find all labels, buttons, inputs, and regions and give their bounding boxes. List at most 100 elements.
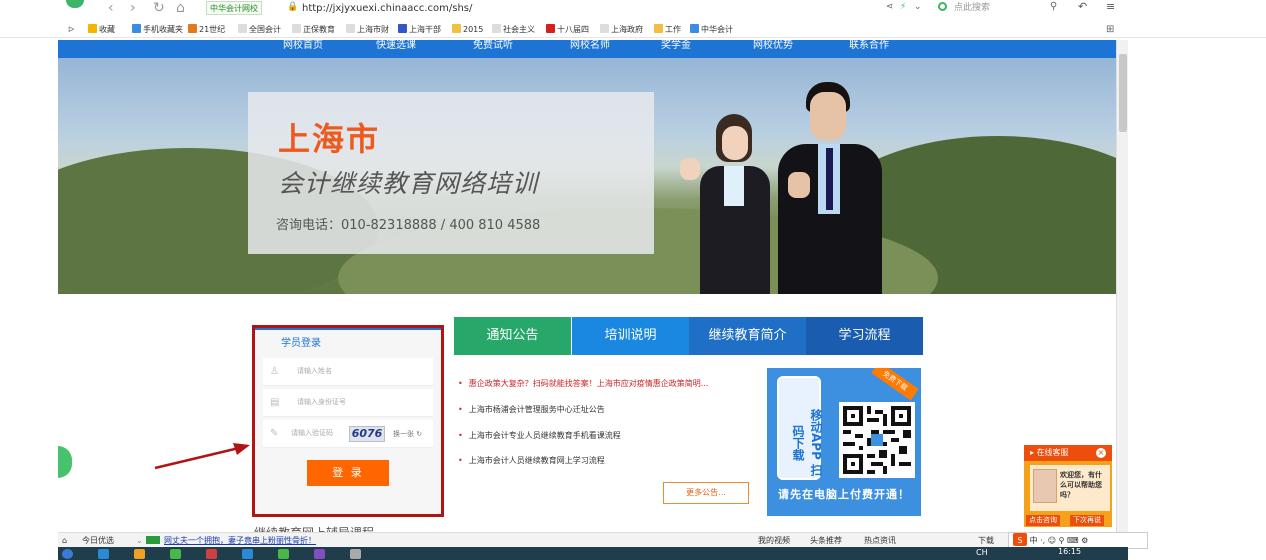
grid-icon[interactable]: ⊞ <box>1106 22 1114 38</box>
taskbar-app-icon[interactable] <box>98 549 109 559</box>
qr-code <box>839 402 915 478</box>
nav-item-scholarship[interactable]: 奖学金 <box>646 40 706 58</box>
captcha-image[interactable]: 6076 <box>349 426 385 442</box>
news-ticker-link[interactable]: 网丈夫一个拥抱，妻子竟串上粉丽性骨折！ <box>164 533 316 548</box>
vertical-scrollbar[interactable] <box>1116 40 1128 532</box>
menu-icon[interactable]: ≡ <box>1106 0 1115 13</box>
page-icon <box>292 24 301 33</box>
close-icon[interactable]: × <box>1096 448 1106 458</box>
service-message: 欢迎您，有什么可以帮助您吗？ <box>1060 471 1102 499</box>
banner-card: 上海市 会计继续教育网络培训 咨询电话：010-82318888 / 400 8… <box>248 92 654 254</box>
expand-icon[interactable]: ᐅ <box>68 22 74 38</box>
nav-item-teachers[interactable]: 网校名师 <box>555 40 625 58</box>
sogou-logo-icon: S <box>1013 533 1027 546</box>
bookmark-item[interactable]: 上海市财 <box>346 22 389 38</box>
name-field[interactable]: ♙ 请输入姓名 <box>263 358 433 386</box>
taskbar-app-icon[interactable] <box>314 549 325 559</box>
bookmark-item[interactable]: 全国会计 <box>238 22 281 38</box>
id-number-field[interactable]: ▤ 请输入身份证号 <box>263 389 433 417</box>
folder-icon <box>654 24 663 33</box>
status-item[interactable]: 热点资讯 <box>864 533 896 548</box>
today-picks-link[interactable]: 今日优选 <box>82 533 114 548</box>
login-button[interactable]: 登 录 <box>307 460 389 486</box>
banner-city: 上海市 <box>278 120 381 158</box>
status-item[interactable]: 下载 <box>978 533 994 548</box>
forward-icon[interactable]: › <box>130 0 136 16</box>
notice-item[interactable]: • 上海市会计专业人员继续教育手机看课流程 <box>458 430 621 441</box>
more-notices-button[interactable]: 更多公告... <box>663 482 749 504</box>
undo-icon[interactable]: ↶ <box>1078 0 1087 13</box>
later-button[interactable]: 下次再说 <box>1070 515 1104 526</box>
page-icon <box>492 24 501 33</box>
nav-item-trial[interactable]: 免费试听 <box>458 40 528 58</box>
businessman-figure <box>768 82 888 294</box>
promo-caption: 请先在电脑上付费开通！ <box>778 488 910 501</box>
page-icon <box>600 24 609 33</box>
bookmark-item[interactable]: 中华会计 <box>690 22 733 38</box>
phone-illustration: 移动APP 扫码下载 <box>777 376 823 480</box>
taskbar-app-icon[interactable] <box>206 549 217 559</box>
share-icon[interactable]: ⋖ <box>886 2 894 12</box>
qr-code-icon <box>843 406 911 474</box>
bookmark-item[interactable]: 十八届四 <box>546 22 589 38</box>
taskbar-app-icon[interactable] <box>278 549 289 559</box>
address-bar: ‹ › ↻ ⌂ 中华会计网校 🔒 http://jxjyxuexi.chinaa… <box>0 0 1266 20</box>
notice-item[interactable]: • 上海市会计人员继续教育网上学习流程 <box>458 455 605 466</box>
notice-item[interactable]: • 惠企政策大复杂？扫码就能找答案！上海市应对疫情惠企政策简明... <box>458 378 708 389</box>
consult-button[interactable]: 点击咨询 <box>1026 515 1060 526</box>
app-download-promo[interactable]: 移动APP 扫码下载 免费下载 请先在电脑上付费开通！ <box>767 368 921 516</box>
tab-training[interactable]: 培训说明 <box>572 317 689 355</box>
bookmark-item[interactable]: 上海干部 <box>398 22 441 38</box>
url-input[interactable]: http://jxjyxuexi.chinaacc.com/shs/ <box>302 1 472 16</box>
system-clock[interactable]: 16:15 <box>1058 547 1081 557</box>
search-engine-icon[interactable] <box>938 2 947 11</box>
phone-icon <box>132 24 141 33</box>
tab-notices[interactable]: 通知公告 <box>454 317 571 355</box>
news-badge-icon <box>146 536 160 544</box>
nav-item-advantages[interactable]: 网校优势 <box>738 40 808 58</box>
lock-icon: 🔒 <box>287 2 299 12</box>
nav-item-contact[interactable]: 联系合作 <box>834 40 904 58</box>
bookmark-item[interactable]: 收藏 <box>88 22 115 38</box>
refresh-captcha-link[interactable]: 换一张 ↻ <box>393 429 422 439</box>
lightning-icon[interactable]: ⚡ <box>900 2 906 12</box>
bookmark-item[interactable]: 上海政府 <box>600 22 643 38</box>
bookmark-item[interactable]: 手机收藏夹 <box>132 22 183 38</box>
taskbar-app-icon[interactable] <box>242 549 253 559</box>
notice-item[interactable]: • 上海市杨浦会计管理服务中心迁址公告 <box>458 404 605 415</box>
language-indicator[interactable]: CH <box>976 548 988 557</box>
browser-logo <box>66 0 84 8</box>
start-button-icon[interactable] <box>62 549 73 559</box>
taskbar-app-icon[interactable] <box>134 549 145 559</box>
bookmark-item[interactable]: 正保教育 <box>292 22 335 38</box>
home-icon[interactable]: ⌂ <box>176 0 185 16</box>
refresh-icon[interactable]: ↻ <box>153 0 165 16</box>
captcha-field[interactable]: ✎ 请输入验证码 6076 换一张 ↻ <box>263 420 433 448</box>
status-item[interactable]: 头条推荐 <box>810 533 842 548</box>
bookmark-icon <box>546 24 555 33</box>
user-icon: ♙ <box>270 366 279 377</box>
bookmark-item[interactable]: 工作 <box>654 22 681 38</box>
taskbar-app-icon[interactable] <box>350 549 361 559</box>
status-item[interactable]: 我的视频 <box>758 533 790 548</box>
bookmark-item[interactable]: 社会主义 <box>492 22 535 38</box>
nav-item-home[interactable]: 网校首页 <box>268 40 338 58</box>
login-panel: 学员登录 ♙ 请输入姓名 ▤ 请输入身份证号 ✎ 请输入验证码 6076 换一张… <box>252 325 444 517</box>
nav-item-courses[interactable]: 快速选课 <box>361 40 431 58</box>
chevron-down-icon[interactable]: ⌄ <box>914 2 922 12</box>
home-icon[interactable]: ⌂ <box>62 533 67 548</box>
back-icon[interactable]: ‹ <box>108 0 114 16</box>
bookmark-item[interactable]: 21世纪 <box>188 22 225 38</box>
folder-icon <box>452 24 461 33</box>
bookmark-item[interactable]: 2015 <box>452 22 483 38</box>
online-service-widget: ▸ 在线客服 × 欢迎您，有什么可以帮助您吗？ 点击咨询 下次再说 <box>1024 445 1112 527</box>
site-identity-badge[interactable]: 中华会计网校 <box>206 1 262 15</box>
login-tab[interactable]: 学员登录 <box>255 328 441 352</box>
search-icon[interactable]: ⚲ <box>1050 1 1057 12</box>
taskbar-app-icon[interactable] <box>170 549 181 559</box>
search-input[interactable]: 点此搜索 <box>954 1 1086 15</box>
bookmark-icon <box>188 24 197 33</box>
tab-intro[interactable]: 继续教育简介 <box>689 317 806 355</box>
scrollbar-thumb[interactable] <box>1119 54 1127 132</box>
tab-process[interactable]: 学习流程 <box>806 317 923 355</box>
